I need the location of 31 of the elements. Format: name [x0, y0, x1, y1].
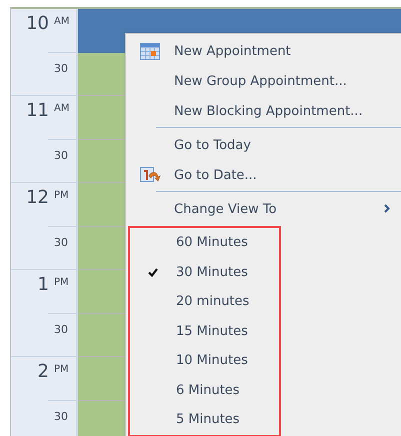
menu-item[interactable]: 6 Minutes [176, 382, 240, 398]
menu-item[interactable]: Go to Today [174, 138, 251, 152]
hour-label: 1 [38, 274, 49, 296]
half-hour-label: 30 [54, 409, 68, 424]
period-label: AM [54, 15, 70, 29]
chevron-right-icon [384, 204, 390, 213]
menu-item[interactable]: 20 minutes [176, 294, 250, 310]
period-label: PM [54, 189, 70, 203]
menu-item[interactable]: New Blocking Appointment... [174, 104, 363, 118]
calendar-arrow-icon [140, 166, 160, 184]
period-label: AM [54, 102, 70, 116]
menu-item[interactable]: Go to Date... [174, 168, 257, 182]
half-hour-label: 30 [54, 322, 68, 337]
hour-label: 12 [26, 187, 49, 209]
menu-item[interactable]: New Appointment [174, 44, 291, 58]
hour-label: 11 [26, 100, 49, 122]
menu-item[interactable]: 60 Minutes [176, 235, 248, 250]
menu-item[interactable]: 5 Minutes [176, 412, 240, 428]
menu-item[interactable]: Change View To [174, 202, 277, 216]
half-hour-label: 30 [54, 148, 68, 163]
period-label: PM [54, 276, 70, 290]
menu-item[interactable]: 15 Minutes [176, 324, 248, 339]
hour-label: 2 [38, 361, 49, 383]
half-hour-label: 30 [54, 61, 68, 76]
period-label: PM [54, 363, 70, 377]
menu-item[interactable]: New Group Appointment... [174, 74, 347, 88]
menu-item[interactable]: 10 Minutes [176, 353, 248, 368]
menu-item[interactable]: 30 Minutes [176, 264, 248, 280]
hour-label: 10 [26, 13, 49, 35]
half-hour-label: 30 [54, 235, 68, 250]
calendar-icon [140, 42, 160, 60]
